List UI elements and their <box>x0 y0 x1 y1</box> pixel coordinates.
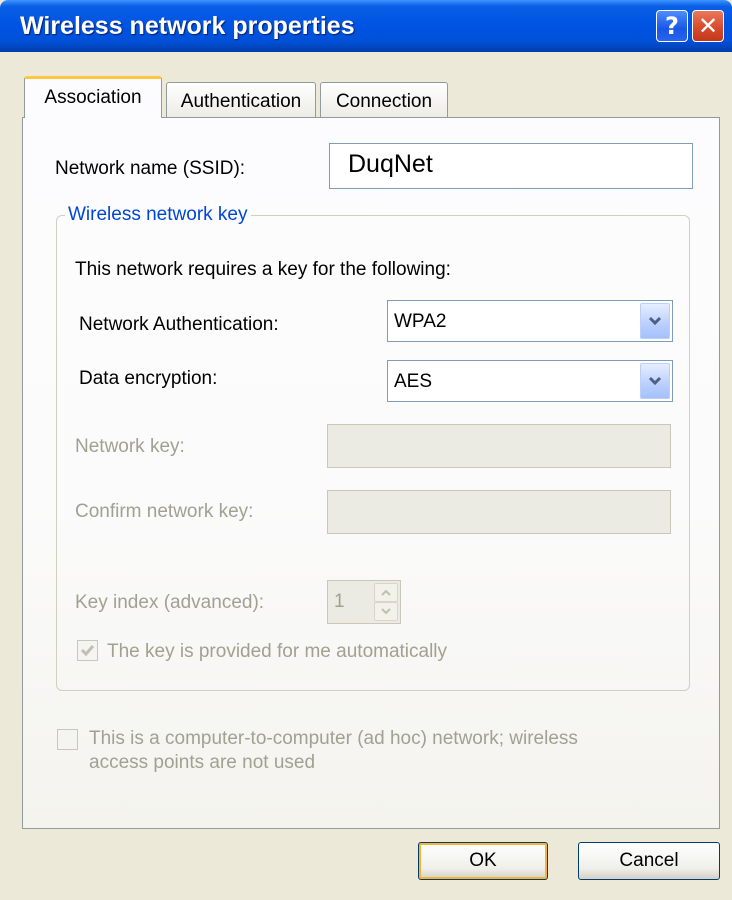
network-key-input[interactable] <box>327 424 671 468</box>
adhoc-label-line2: access points are not used <box>89 752 316 773</box>
auto-key-label: The key is provided for me automatically <box>107 641 448 662</box>
confirm-key-label: Confirm network key: <box>75 501 254 522</box>
ok-button[interactable]: OK <box>418 842 548 880</box>
help-icon: ? <box>665 12 679 40</box>
tab-connection-label: Connection <box>335 91 433 112</box>
network-key-label: Network key: <box>75 436 185 457</box>
dialog-window: Wireless network properties ? ✕ Associat… <box>0 0 732 900</box>
group-title: Wireless network key <box>65 204 251 226</box>
adhoc-label-line1: This is a computer-to-computer (ad hoc) … <box>89 728 578 749</box>
ssid-label: Network name (SSID): <box>55 158 246 179</box>
confirm-key-input[interactable] <box>327 490 671 534</box>
tab-association[interactable]: Association <box>24 76 162 118</box>
encryption-select[interactable]: AES <box>387 360 673 402</box>
encryption-value: AES <box>394 371 433 392</box>
auth-select[interactable]: WPA2 <box>387 300 673 342</box>
spin-down-button[interactable] <box>374 602 398 621</box>
key-index-label: Key index (advanced): <box>75 592 265 613</box>
auth-value: WPA2 <box>394 311 447 332</box>
encryption-label: Data encryption: <box>79 368 218 389</box>
key-index-value: 1 <box>334 591 345 612</box>
ok-button-label: OK <box>469 850 497 871</box>
ssid-value: DuqNet <box>348 150 433 178</box>
window-title: Wireless network properties <box>20 12 355 40</box>
close-icon: ✕ <box>697 12 719 40</box>
ssid-input[interactable]: DuqNet <box>329 143 693 189</box>
tab-association-label: Association <box>44 87 142 108</box>
checkmark-icon <box>80 645 95 657</box>
cancel-button[interactable]: Cancel <box>578 842 720 880</box>
requires-key-text: This network requires a key for the foll… <box>75 259 451 280</box>
auth-dropdown-button[interactable] <box>640 303 670 339</box>
chevron-down-icon <box>648 376 662 386</box>
encryption-dropdown-button[interactable] <box>640 363 670 399</box>
cancel-button-label: Cancel <box>619 850 679 871</box>
key-index-spinner[interactable]: 1 <box>327 580 401 624</box>
help-button[interactable]: ? <box>656 10 688 42</box>
title-bar[interactable]: Wireless network properties ? ✕ <box>0 0 732 52</box>
spin-buttons <box>374 583 398 621</box>
spin-up-button[interactable] <box>374 583 398 602</box>
auth-label: Network Authentication: <box>79 314 279 335</box>
tab-authentication-label: Authentication <box>180 91 302 112</box>
close-button[interactable]: ✕ <box>692 10 724 42</box>
chevron-down-icon <box>381 608 391 615</box>
chevron-up-icon <box>381 589 391 596</box>
auto-key-checkbox[interactable] <box>77 640 98 661</box>
tab-authentication[interactable]: Authentication <box>166 82 316 118</box>
association-panel: Network name (SSID): DuqNet Wireless net… <box>22 117 720 829</box>
adhoc-checkbox[interactable] <box>57 729 78 750</box>
chevron-down-icon <box>648 316 662 326</box>
tab-connection[interactable]: Connection <box>320 82 448 118</box>
